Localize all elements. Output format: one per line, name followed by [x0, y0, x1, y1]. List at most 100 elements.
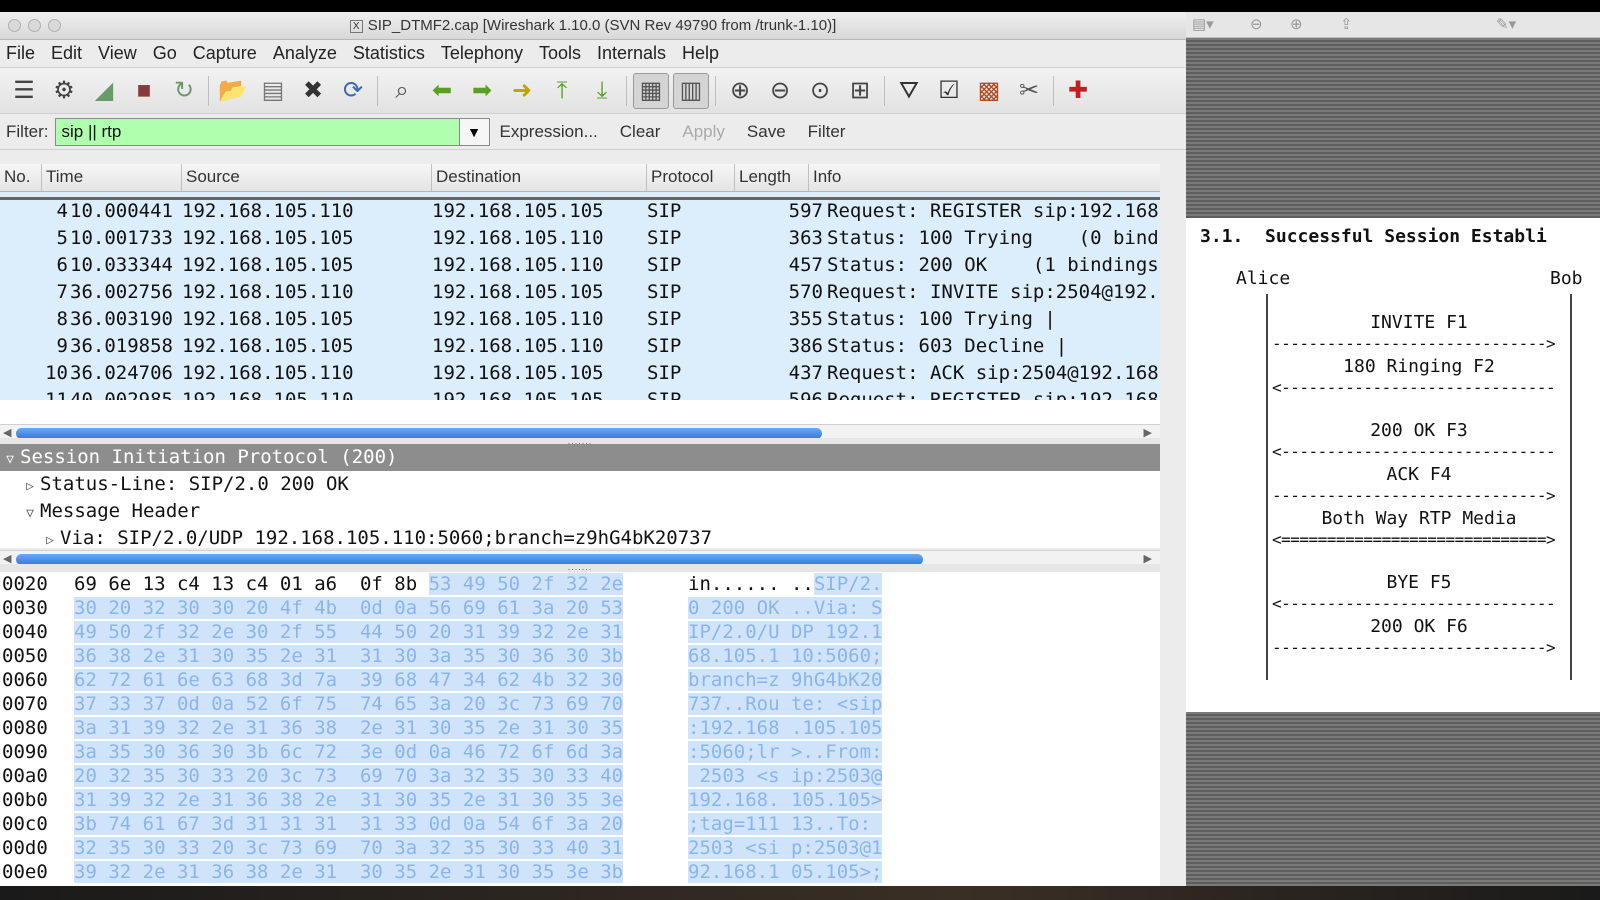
- menu-telephony[interactable]: Telephony: [441, 43, 523, 64]
- preferences-button[interactable]: ✂: [1011, 73, 1047, 109]
- bytes-ascii[interactable]: :192.168 .105.105: [688, 717, 883, 739]
- menu-view[interactable]: View: [98, 43, 137, 64]
- reload-button[interactable]: ⟳: [335, 73, 371, 109]
- display-filters-button[interactable]: ☑: [931, 73, 967, 109]
- column-header-destination[interactable]: Destination: [432, 164, 647, 191]
- packet-row[interactable]: 11 40.002985 192.168.105.110 192.168.105.10…: [0, 389, 1160, 400]
- share-icon[interactable]: ⇪: [1340, 15, 1353, 33]
- bytes-hex[interactable]: 3a 31 39 32 2e 31 36 38 2e 31 30 35 2e 3…: [74, 717, 624, 739]
- packet-row[interactable]: 7 36.002756 192.168.105.110 192.168.105.105…: [0, 281, 1160, 308]
- collapsed-triangle-icon[interactable]: ▷: [20, 473, 40, 500]
- bytes-ascii[interactable]: 0 200 OK ..Via: S: [688, 597, 883, 619]
- restart-capture-button[interactable]: ↻: [166, 73, 202, 109]
- annotate-icon[interactable]: ✎▾: [1496, 15, 1516, 33]
- bytes-ascii[interactable]: branch=z 9hG4bK20: [688, 669, 883, 691]
- zoom-out-icon[interactable]: ⊖: [1250, 15, 1263, 33]
- zoom-in-icon[interactable]: ⊕: [1290, 15, 1303, 33]
- pane-splitter[interactable]: .......: [0, 563, 1160, 572]
- bytes-ascii[interactable]: in...... ..SIP/2.: [688, 573, 883, 595]
- options-button[interactable]: ⚙: [46, 73, 82, 109]
- filter-button[interactable]: Filter: [808, 122, 846, 142]
- go-to-packet-button[interactable]: ➜: [504, 73, 540, 109]
- display-filter-input[interactable]: [54, 117, 460, 146]
- expanded-triangle-icon[interactable]: ▽: [20, 500, 40, 527]
- column-header-length[interactable]: Length: [735, 164, 809, 191]
- packet-row[interactable]: 9 36.019858 192.168.105.105 192.168.105.110…: [0, 335, 1160, 362]
- tree-item[interactable]: ▷ Status-Line: SIP/2.0 200 OK: [0, 471, 1160, 498]
- apply-button[interactable]: Apply: [682, 122, 725, 142]
- packet-row[interactable]: 6 10.033344 192.168.105.105 192.168.105.110…: [0, 254, 1160, 281]
- packet-row[interactable]: 10 36.024706 192.168.105.110 192.168.105.10…: [0, 362, 1160, 389]
- normal-size-button[interactable]: ⊙: [802, 73, 838, 109]
- column-header-no[interactable]: No.: [0, 164, 42, 191]
- go-last-button[interactable]: ⤓: [584, 73, 620, 109]
- bytes-ascii[interactable]: 737..Rou te: <sip: [688, 693, 883, 715]
- close-file-button[interactable]: ✖: [295, 73, 331, 109]
- bytes-hex[interactable]: 36 38 2e 31 30 35 2e 31 31 30 3a 35 30 3…: [74, 645, 624, 667]
- filter-dropdown-button[interactable]: ▼: [459, 117, 490, 146]
- bytes-ascii[interactable]: 2503 <si p:2503@1: [688, 837, 883, 859]
- bytes-ascii[interactable]: IP/2.0/U DP 192.1: [688, 621, 883, 643]
- expanded-triangle-icon[interactable]: ▽: [0, 446, 20, 473]
- bytes-ascii[interactable]: 192.168. 105.105>: [688, 789, 883, 811]
- packet-row[interactable]: 4 10.000441 192.168.105.110 192.168.105.105…: [0, 200, 1160, 227]
- menu-help[interactable]: Help: [682, 43, 719, 64]
- bytes-ascii[interactable]: :5060;lr >..From:: [688, 741, 883, 763]
- start-capture-button[interactable]: ◢: [86, 73, 122, 109]
- bytes-hex[interactable]: 3b 74 61 67 3d 31 31 31 31 33 0d 0a 54 6…: [74, 813, 624, 835]
- bytes-row: 00b0 31 39 32 2e 31 36 38 2e 31 30 35 2e …: [0, 788, 1160, 812]
- stop-capture-button[interactable]: ■: [126, 73, 162, 109]
- column-header-info[interactable]: Info: [809, 164, 1160, 191]
- save-file-button[interactable]: ▤: [255, 73, 291, 109]
- help-button[interactable]: ✚: [1060, 73, 1096, 109]
- menu-file[interactable]: File: [6, 43, 35, 64]
- packet-row[interactable]: 5 10.001733 192.168.105.105 192.168.105.110…: [0, 227, 1160, 254]
- go-first-button[interactable]: ⤒: [544, 73, 580, 109]
- capture-filters-button[interactable]: ⛛: [891, 73, 927, 109]
- bytes-hex[interactable]: 69 6e 13 c4 13 c4 01 a6 0f 8b 53 49 50 2…: [74, 573, 624, 595]
- bytes-ascii[interactable]: 68.105.1 10:5060;: [688, 645, 883, 667]
- column-header-time[interactable]: Time: [42, 164, 182, 191]
- zoom-out-button[interactable]: ⊖: [762, 73, 798, 109]
- expression-button[interactable]: Expression...: [500, 122, 598, 142]
- save-filter-button[interactable]: Save: [747, 122, 786, 142]
- resize-columns-button[interactable]: ⊞: [842, 73, 878, 109]
- go-back-button[interactable]: ⬅: [424, 73, 460, 109]
- bytes-hex[interactable]: 39 32 2e 31 36 38 2e 31 30 35 2e 31 30 3…: [74, 861, 624, 883]
- bytes-ascii[interactable]: 92.168.1 05.105>;: [688, 861, 883, 883]
- menu-capture[interactable]: Capture: [193, 43, 257, 64]
- packet-row[interactable]: 8 36.003190 192.168.105.105 192.168.105.110…: [0, 308, 1160, 335]
- tree-item[interactable]: ▽ Session Initiation Protocol (200): [0, 444, 1160, 471]
- open-file-button[interactable]: 📂: [215, 73, 251, 109]
- column-header-protocol[interactable]: Protocol: [647, 164, 735, 191]
- menu-go[interactable]: Go: [153, 43, 177, 64]
- bytes-hex[interactable]: 31 39 32 2e 31 36 38 2e 31 30 35 2e 31 3…: [74, 789, 624, 811]
- menu-tools[interactable]: Tools: [539, 43, 581, 64]
- collapsed-triangle-icon[interactable]: ▷: [40, 527, 60, 548]
- coloring-rules-button[interactable]: ▩: [971, 73, 1007, 109]
- tree-item[interactable]: ▽ Message Header: [0, 498, 1160, 525]
- menu-analyze[interactable]: Analyze: [273, 43, 337, 64]
- bytes-hex[interactable]: 62 72 61 6e 63 68 3d 7a 39 68 47 34 62 4…: [74, 669, 624, 691]
- bytes-hex[interactable]: 32 35 30 33 20 3c 73 69 70 3a 32 35 30 3…: [74, 837, 624, 859]
- zoom-in-button[interactable]: ⊕: [722, 73, 758, 109]
- bytes-ascii[interactable]: ;tag=111 13..To:: [688, 813, 883, 835]
- go-forward-button[interactable]: ➡: [464, 73, 500, 109]
- column-header-source[interactable]: Source: [182, 164, 432, 191]
- menu-statistics[interactable]: Statistics: [353, 43, 425, 64]
- bytes-hex[interactable]: 20 32 35 30 33 20 3c 73 69 70 3a 32 35 3…: [74, 765, 624, 787]
- menu-edit[interactable]: Edit: [51, 43, 82, 64]
- bytes-hex[interactable]: 3a 35 30 36 30 3b 6c 72 3e 0d 0a 46 72 6…: [74, 741, 624, 763]
- menu-internals[interactable]: Internals: [597, 43, 666, 64]
- interfaces-button[interactable]: ☰: [6, 73, 42, 109]
- colorize-button[interactable]: ▦: [633, 72, 669, 109]
- bytes-hex[interactable]: 37 33 37 0d 0a 52 6f 75 74 65 3a 20 3c 7…: [74, 693, 624, 715]
- bytes-ascii[interactable]: 2503 <s ip:2503@: [688, 765, 883, 787]
- find-packet-button[interactable]: ⌕: [384, 73, 420, 109]
- clear-button[interactable]: Clear: [620, 122, 661, 142]
- sidebar-icon[interactable]: ▤▾: [1192, 15, 1214, 33]
- bytes-hex[interactable]: 30 20 32 30 30 20 4f 4b 0d 0a 56 69 61 3…: [74, 597, 624, 619]
- tree-item[interactable]: ▷ Via: SIP/2.0/UDP 192.168.105.110:5060;b…: [0, 525, 1160, 548]
- bytes-hex[interactable]: 49 50 2f 32 2e 30 2f 55 44 50 20 31 39 3…: [74, 621, 624, 643]
- auto-scroll-button[interactable]: ▥: [673, 72, 709, 109]
